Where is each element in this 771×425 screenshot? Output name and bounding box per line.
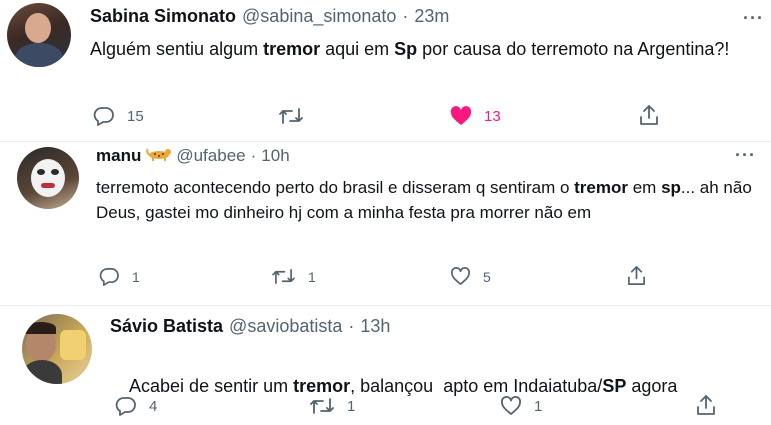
retweet-button[interactable]: 1	[309, 396, 355, 416]
reply-icon	[115, 397, 136, 416]
timestamp[interactable]: 23m	[414, 6, 449, 27]
tweet-1[interactable]: Sabina Simonato @sabina_simonato · 23m ·…	[0, 0, 771, 141]
display-name[interactable]: Sabina Simonato	[90, 6, 236, 27]
handle[interactable]: @saviobatista	[229, 316, 342, 337]
separator: ·	[402, 6, 409, 26]
share-button[interactable]	[695, 394, 717, 416]
like-count: 1	[534, 397, 543, 415]
reply-button[interactable]: 1	[99, 267, 140, 286]
reply-count: 15	[127, 107, 144, 125]
retweet-icon	[272, 268, 295, 285]
retweet-icon	[310, 398, 334, 414]
keyword: Sp	[394, 39, 418, 59]
share-icon	[640, 105, 658, 125]
keyword: tremor	[263, 39, 321, 59]
share-button[interactable]	[626, 265, 647, 286]
avatar[interactable]	[7, 3, 71, 67]
retweet-count: 1	[308, 268, 316, 285]
like-count: 5	[483, 268, 491, 285]
reply-button[interactable]: 4	[115, 396, 157, 416]
share-icon	[697, 395, 715, 415]
handle[interactable]: @sabina_simonato	[242, 6, 396, 27]
heart-icon	[451, 267, 470, 285]
retweet-button[interactable]: 1	[271, 267, 316, 286]
retweet-button[interactable]	[278, 106, 316, 126]
separator: ·	[348, 316, 355, 336]
more-icon[interactable]: ···	[743, 9, 764, 27]
avatar[interactable]	[22, 314, 92, 384]
reply-count: 1	[132, 268, 140, 285]
reply-icon	[99, 268, 119, 286]
display-name[interactable]: manu	[96, 146, 141, 166]
reply-button[interactable]: 15	[93, 106, 144, 126]
timestamp[interactable]: 13h	[360, 316, 390, 337]
avatar[interactable]	[17, 147, 79, 209]
display-name[interactable]: Sávio Batista	[110, 316, 223, 337]
separator: ·	[250, 146, 257, 165]
keyword: sp	[661, 178, 681, 197]
like-button[interactable]: 5	[450, 267, 491, 286]
keyword: tremor	[574, 178, 628, 197]
share-icon	[628, 266, 645, 285]
share-button[interactable]	[638, 104, 660, 126]
tweet-text: Alguém sentiu algum tremor aqui em Sp po…	[90, 39, 730, 59]
tweet-3[interactable]: Sávio Batista @saviobatista · 13h Acabei…	[0, 306, 771, 420]
heart-icon	[450, 106, 472, 125]
keyword: SP	[602, 376, 627, 396]
like-count: 13	[484, 107, 501, 125]
like-button[interactable]: 1	[500, 396, 542, 416]
like-button[interactable]: 13	[450, 106, 501, 126]
keyword: tremor	[293, 376, 351, 396]
retweet-count: 1	[347, 397, 356, 415]
timestamp[interactable]: 10h	[261, 146, 289, 166]
retweet-icon	[279, 108, 303, 124]
reply-icon	[93, 107, 114, 126]
more-icon[interactable]: ···	[735, 146, 756, 164]
reply-count: 4	[149, 397, 158, 415]
leopard-emoji	[146, 146, 172, 166]
tweet-2[interactable]: manu @ufabee · 10h ··· terremoto acontec…	[0, 142, 771, 305]
heart-icon	[501, 396, 521, 415]
tweet-text: terremoto acontecendo perto do brasil e …	[96, 178, 752, 222]
handle[interactable]: @ufabee	[176, 146, 245, 166]
tweet-text: Acabei de sentir um tremor, balançou apt…	[129, 376, 678, 396]
